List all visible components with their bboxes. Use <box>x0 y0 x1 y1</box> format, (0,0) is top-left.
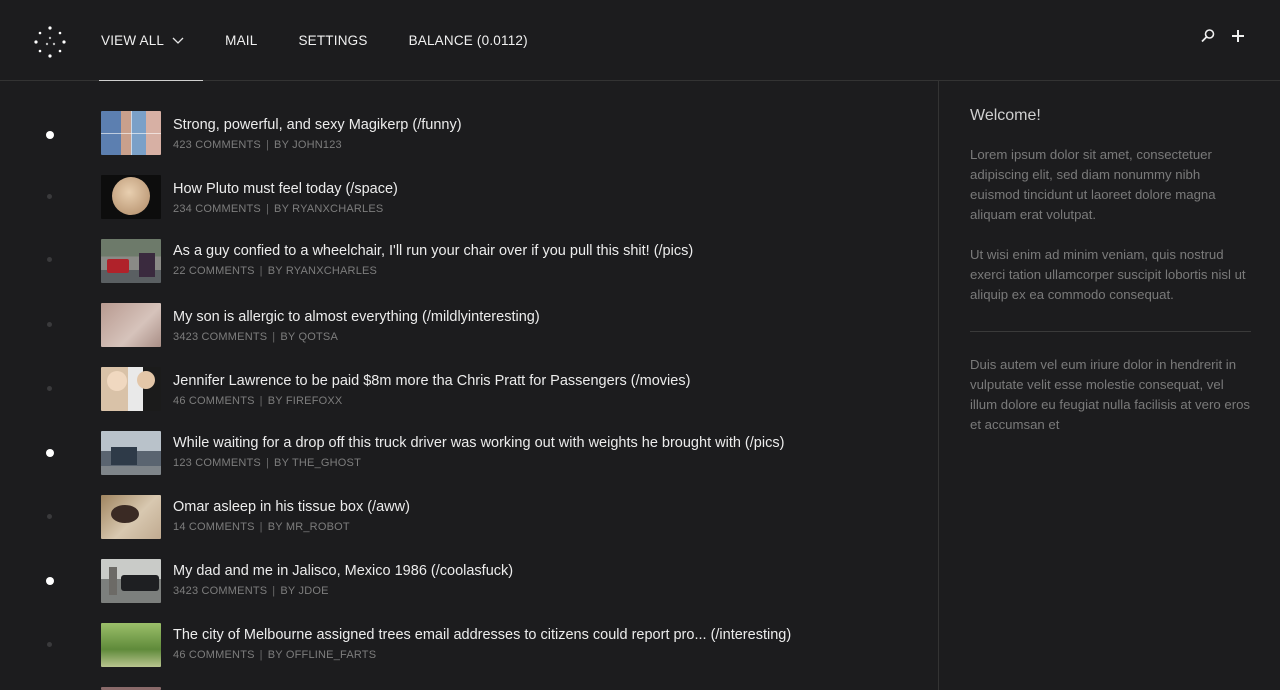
post-author[interactable]: BY OFFLINE_FARTS <box>268 649 377 661</box>
post-meta: 3423 COMMENTS | BY QOTSA <box>173 331 338 343</box>
post-meta: 123 COMMENTS | BY THE_GHOST <box>173 457 362 469</box>
unread-dot <box>46 131 54 139</box>
post-meta: 423 COMMENTS | BY JOHN123 <box>173 139 342 151</box>
post-item[interactable]: Jennifer Lawrence to be paid $8m more th… <box>0 367 938 431</box>
sidebar-divider <box>970 331 1251 332</box>
welcome-sidebar: Welcome! Lorem ipsum dolor sit amet, con… <box>938 81 1280 690</box>
sidebar-paragraph: Ut wisi enim ad minim veniam, quis nostr… <box>970 247 1246 302</box>
nav-balance-label: BALANCE (0.0112) <box>408 32 528 48</box>
post-meta: 234 COMMENTS | BY RYANXCHARLES <box>173 203 384 215</box>
post-comments-link[interactable]: 22 COMMENTS <box>173 265 255 277</box>
nav-view-all-label: VIEW ALL <box>101 32 165 48</box>
post-title[interactable]: Omar asleep in his tissue box (/aww) <box>173 499 410 515</box>
post-meta: 22 COMMENTS | BY RYANXCHARLES <box>173 265 378 277</box>
post-author[interactable]: BY RYANXCHARLES <box>268 265 377 277</box>
post-item[interactable]: The city of Melbourne assigned trees ema… <box>0 623 938 687</box>
post-author[interactable]: BY QOTSA <box>280 331 338 343</box>
post-thumbnail[interactable] <box>101 559 161 603</box>
top-navigation-bar: VIEW ALL MAIL SETTINGS BALANCE (0.0112) <box>0 0 1280 81</box>
sidebar-paragraph: Duis autem vel eum iriure dolor in hendr… <box>970 357 1251 432</box>
nav-mail-label: MAIL <box>225 32 258 48</box>
post-comments-link[interactable]: 3423 COMMENTS <box>173 331 267 343</box>
post-comments-link[interactable]: 46 COMMENTS <box>173 395 255 407</box>
post-title[interactable]: The city of Melbourne assigned trees ema… <box>173 627 791 643</box>
post-author[interactable]: BY JDOE <box>280 585 328 597</box>
post-item[interactable]: Strong, powerful, and sexy Magikerp (/fu… <box>0 111 938 175</box>
post-item[interactable]: My dad and me in Jalisco, Mexico 1986 (/… <box>0 559 938 623</box>
sidebar-paragraph: Lorem ipsum dolor sit amet, consectetuer… <box>970 147 1216 222</box>
post-author[interactable]: BY JOHN123 <box>274 139 342 151</box>
post-thumbnail[interactable] <box>101 239 161 283</box>
main-nav: VIEW ALL MAIL SETTINGS BALANCE (0.0112) <box>98 0 569 81</box>
post-comments-link[interactable]: 123 COMMENTS <box>173 457 261 469</box>
post-author[interactable]: BY THE_GHOST <box>274 457 361 469</box>
sidebar-title: Welcome! <box>970 107 1041 124</box>
post-thumbnail[interactable] <box>101 623 161 667</box>
post-thumbnail[interactable] <box>101 111 161 155</box>
post-meta: 46 COMMENTS | BY OFFLINE_FARTS <box>173 649 377 661</box>
post-item[interactable]: Omar asleep in his tissue box (/aww) 14 … <box>0 495 938 559</box>
top-actions <box>1186 28 1246 44</box>
search-icon[interactable] <box>1200 28 1216 44</box>
post-thumbnail[interactable] <box>101 175 161 219</box>
post-item[interactable]: How Pluto must feel today (/space) 234 C… <box>0 175 938 239</box>
unread-dot <box>46 449 54 457</box>
post-author[interactable]: BY RYANXCHARLES <box>274 203 383 215</box>
post-title[interactable]: While waiting for a drop off this truck … <box>173 435 784 451</box>
read-dot <box>47 194 52 199</box>
post-author[interactable]: BY MR_ROBOT <box>268 521 350 533</box>
nav-settings-label: SETTINGS <box>298 32 368 48</box>
read-dot <box>47 514 52 519</box>
post-item[interactable]: My son is allergic to almost everything … <box>0 303 938 367</box>
post-item[interactable]: As a guy confied to a wheelchair, I'll r… <box>0 239 938 303</box>
read-dot <box>47 257 52 262</box>
post-title[interactable]: Strong, powerful, and sexy Magikerp (/fu… <box>173 117 462 133</box>
post-title[interactable]: My son is allergic to almost everything … <box>173 309 540 325</box>
post-thumbnail[interactable] <box>101 431 161 475</box>
post-feed: Strong, powerful, and sexy Magikerp (/fu… <box>0 81 938 690</box>
post-thumbnail[interactable] <box>101 367 161 411</box>
nav-balance[interactable]: BALANCE (0.0112) <box>409 0 528 80</box>
post-title[interactable]: Jennifer Lawrence to be paid $8m more th… <box>173 373 690 389</box>
post-title[interactable]: As a guy confied to a wheelchair, I'll r… <box>173 243 693 259</box>
post-item[interactable]: While waiting for a drop off this truck … <box>0 431 938 495</box>
read-dot <box>47 386 52 391</box>
post-comments-link[interactable]: 3423 COMMENTS <box>173 585 267 597</box>
post-thumbnail[interactable] <box>101 495 161 539</box>
post-author[interactable]: BY FIREFOXX <box>268 395 343 407</box>
nav-mail[interactable]: MAIL <box>225 0 257 80</box>
read-dot <box>47 642 52 647</box>
post-meta: 14 COMMENTS | BY MR_ROBOT <box>173 521 350 533</box>
read-dot <box>47 322 52 327</box>
plus-icon[interactable] <box>1230 28 1246 44</box>
unread-dot <box>46 577 54 585</box>
logo-dots-icon[interactable] <box>33 25 67 59</box>
post-meta: 46 COMMENTS | BY FIREFOXX <box>173 395 343 407</box>
post-comments-link[interactable]: 234 COMMENTS <box>173 203 261 215</box>
nav-view-all[interactable]: VIEW ALL <box>98 0 204 81</box>
post-comments-link[interactable]: 46 COMMENTS <box>173 649 255 661</box>
post-meta: 3423 COMMENTS | BY JDOE <box>173 585 329 597</box>
post-thumbnail[interactable] <box>101 303 161 347</box>
nav-settings[interactable]: SETTINGS <box>298 0 367 80</box>
chevron-down-icon[interactable] <box>172 34 184 46</box>
post-title[interactable]: My dad and me in Jalisco, Mexico 1986 (/… <box>173 563 513 579</box>
post-comments-link[interactable]: 14 COMMENTS <box>173 521 255 533</box>
post-title[interactable]: How Pluto must feel today (/space) <box>173 181 398 197</box>
post-comments-link[interactable]: 423 COMMENTS <box>173 139 261 151</box>
